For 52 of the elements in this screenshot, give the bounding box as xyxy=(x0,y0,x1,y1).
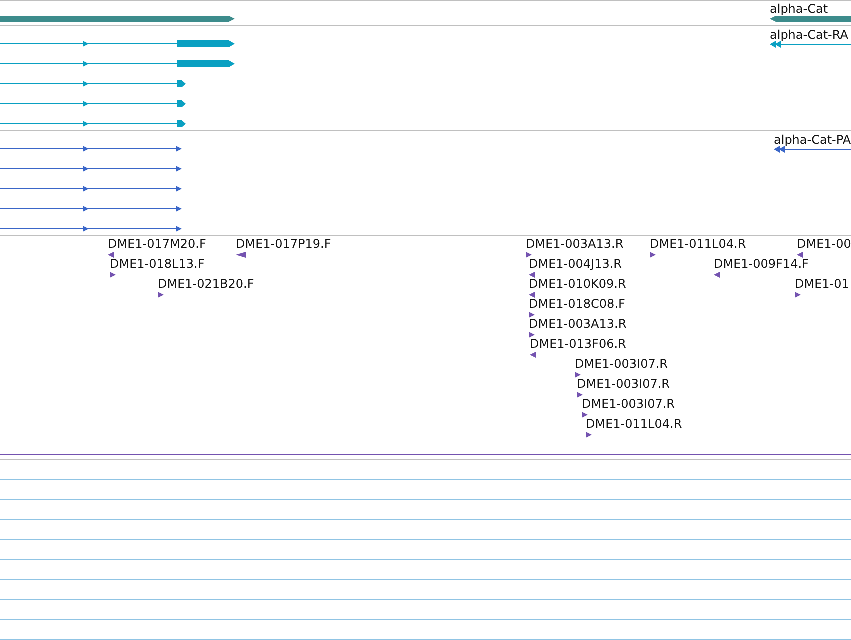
read-marker-icon[interactable] xyxy=(797,252,803,258)
read-marker-icon[interactable] xyxy=(529,292,535,298)
transcript-drawing[interactable] xyxy=(0,100,186,108)
transcript-drawing[interactable] xyxy=(0,80,186,88)
transcript-drawing[interactable] xyxy=(0,165,182,173)
read-label: DME1-01 xyxy=(795,277,850,291)
read-label: DME1-003A13.R xyxy=(526,237,624,251)
transcript-drawing[interactable] xyxy=(770,41,851,48)
read-marker-icon[interactable] xyxy=(650,252,656,258)
read-label: DME1-003I07.R xyxy=(577,377,670,391)
transcript-drawing[interactable] xyxy=(0,120,186,128)
transcript-drawing[interactable] xyxy=(774,146,851,153)
read-marker-icon[interactable] xyxy=(529,332,535,338)
read-marker-icon[interactable] xyxy=(526,252,532,258)
read-marker-icon[interactable] xyxy=(529,272,535,278)
read-marker-icon[interactable] xyxy=(529,312,535,318)
gene-label: alpha-Cat xyxy=(770,2,828,16)
read-label: DME1-003I07.R xyxy=(575,357,668,371)
transcript-drawing[interactable] xyxy=(0,60,235,68)
transcript-label: alpha-Cat-PA xyxy=(774,133,851,147)
read-marker-icon[interactable] xyxy=(530,352,536,358)
read-marker-icon[interactable] xyxy=(577,392,583,398)
read-label: DME1-018L13.F xyxy=(110,257,205,271)
read-label: DME1-003I07.R xyxy=(582,397,676,411)
read-label: DME1-009F14.F xyxy=(714,257,809,271)
read-label: DME1-003A13.R xyxy=(529,317,627,331)
read-label: DME1-00 xyxy=(797,237,851,251)
transcript-drawing[interactable] xyxy=(0,225,182,233)
read-marker-icon[interactable] xyxy=(582,412,588,418)
gene-drawing[interactable] xyxy=(770,16,851,22)
read-marker-icon[interactable] xyxy=(158,292,164,298)
read-label: DME1-017P19.F xyxy=(236,237,332,251)
read-marker-icon[interactable] xyxy=(575,372,581,378)
read-label: DME1-013F06.R xyxy=(530,337,626,351)
read-marker-icon[interactable] xyxy=(110,272,116,278)
read-label: DME1-018C08.F xyxy=(529,297,626,311)
read-marker-icon[interactable] xyxy=(714,272,720,278)
transcript-drawing[interactable] xyxy=(0,145,182,153)
read-label: DME1-011L04.R xyxy=(586,417,682,431)
read-label: DME1-021B20.F xyxy=(158,277,254,291)
transcript-drawing[interactable] xyxy=(0,205,182,213)
read-marker-icon[interactable] xyxy=(586,432,592,438)
read-marker-icon[interactable] xyxy=(236,252,246,258)
transcript-drawing[interactable] xyxy=(0,40,235,48)
read-label: DME1-010K09.R xyxy=(529,277,626,291)
read-label: DME1-011L04.R xyxy=(650,237,746,251)
read-marker-icon[interactable] xyxy=(108,252,114,258)
read-label: DME1-004J13.R xyxy=(529,257,622,271)
transcript-label: alpha-Cat-RA xyxy=(770,28,848,42)
read-label: DME1-017M20.F xyxy=(108,237,206,251)
read-marker-icon[interactable] xyxy=(795,292,801,298)
transcript-drawing[interactable] xyxy=(0,185,182,193)
